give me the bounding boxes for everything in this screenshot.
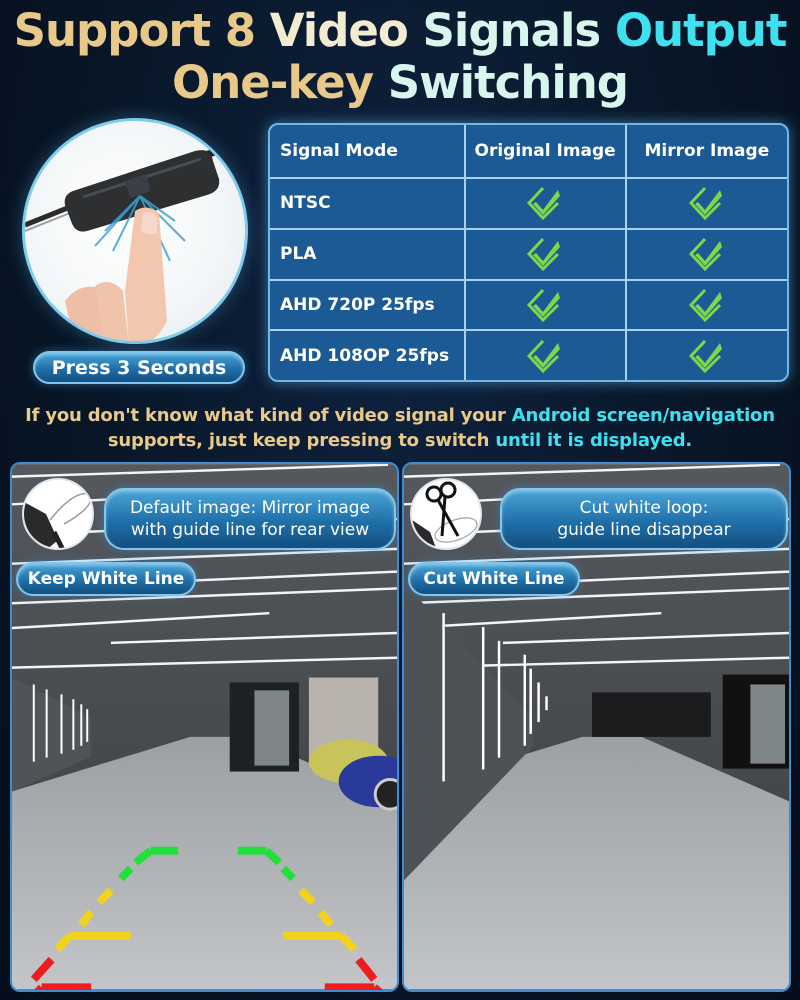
signal-mode-cell: AHD 108OP 25fps: [270, 329, 466, 380]
table-row: NTSC: [270, 177, 787, 230]
check-diamond-icon: [525, 289, 565, 323]
headline-line-1: Support 8 Video Signals Output: [0, 8, 800, 53]
table-row: AHD 108OP 25fps: [270, 329, 787, 380]
mirror-image-cell: [624, 329, 787, 380]
check-diamond-icon: [525, 187, 565, 221]
original-image-cell: [463, 177, 627, 230]
press-button-photo: [22, 118, 248, 344]
table-row: PLA: [270, 227, 787, 281]
original-image-cell: [463, 227, 627, 281]
white-loop-cable-thumbnail: [22, 478, 94, 550]
cut-loop-caption: Cut white loop: guide line disappear: [500, 488, 788, 550]
finger-pressing-switch-icon: [25, 139, 245, 341]
check-diamond-icon: [525, 339, 565, 373]
original-image-cell: [463, 329, 627, 380]
mirror-image-cell: [624, 177, 787, 230]
keep-white-line-label: Keep White Line: [16, 562, 196, 596]
headline-segment: Video: [269, 4, 423, 57]
original-image-cell: [463, 278, 627, 332]
signal-mode-cell: NTSC: [270, 177, 466, 230]
headline-segment: One-key: [171, 56, 388, 109]
caption-line: with guide line for rear view: [130, 520, 370, 540]
headline-segment: Support 8: [13, 4, 270, 57]
signal-mode-cell: PLA: [270, 227, 466, 281]
far-wall: [592, 692, 711, 737]
check-diamond-icon: [687, 339, 727, 373]
cut-white-line-label: Cut White Line: [408, 562, 580, 596]
signal-mode-cell: AHD 720P 25fps: [270, 278, 466, 332]
mirror-image-cell: [624, 278, 787, 332]
scissors-cutting-loop-thumbnail: [410, 478, 482, 550]
headline-segment: Switching: [387, 56, 629, 109]
caption-line: guide line disappear: [557, 520, 731, 540]
instruction-text: supports, just keep pressing to switch: [107, 430, 496, 451]
press-3-seconds-badge: Press 3 Seconds: [33, 351, 245, 384]
check-diamond-icon: [687, 238, 727, 272]
header-original-image: Original Image: [463, 125, 627, 179]
instruction-text-line-1: If you don't know what kind of video sig…: [0, 403, 800, 428]
caption-line: Cut white loop:: [579, 498, 709, 518]
headline-segment: Output: [614, 4, 788, 57]
mirror-image-cell: [624, 227, 787, 281]
instruction-highlight: Android screen/navigation: [511, 405, 775, 426]
signal-compatibility-table: Signal Mode Original Image Mirror Image …: [268, 123, 789, 382]
car-wheel: [373, 777, 397, 811]
check-diamond-icon: [687, 187, 727, 221]
instruction-highlight: until it is displayed.: [495, 430, 693, 451]
default-image-caption: Default image: Mirror image with guide l…: [104, 488, 396, 550]
header-signal-mode: Signal Mode: [270, 125, 466, 179]
keep-white-line-panel: Default image: Mirror image with guide l…: [10, 462, 399, 992]
check-diamond-icon: [687, 289, 727, 323]
headline-segment: Signals: [422, 4, 615, 57]
cut-white-line-panel: Cut white loop: guide line disappear Cut…: [402, 462, 791, 992]
check-diamond-icon: [525, 238, 565, 272]
caption-line: Default image: Mirror image: [129, 498, 371, 518]
glass-panel: [254, 690, 290, 766]
table-row: AHD 720P 25fps: [270, 278, 787, 332]
glass-panel: [750, 684, 786, 764]
headline-line-2: One-key Switching: [0, 60, 800, 105]
table-header-row: Signal Mode Original Image Mirror Image: [270, 125, 787, 179]
instruction-text-line-2: supports, just keep pressing to switch u…: [0, 428, 800, 453]
instruction-text: If you don't know what kind of video sig…: [25, 405, 512, 426]
header-mirror-image: Mirror Image: [624, 125, 787, 179]
